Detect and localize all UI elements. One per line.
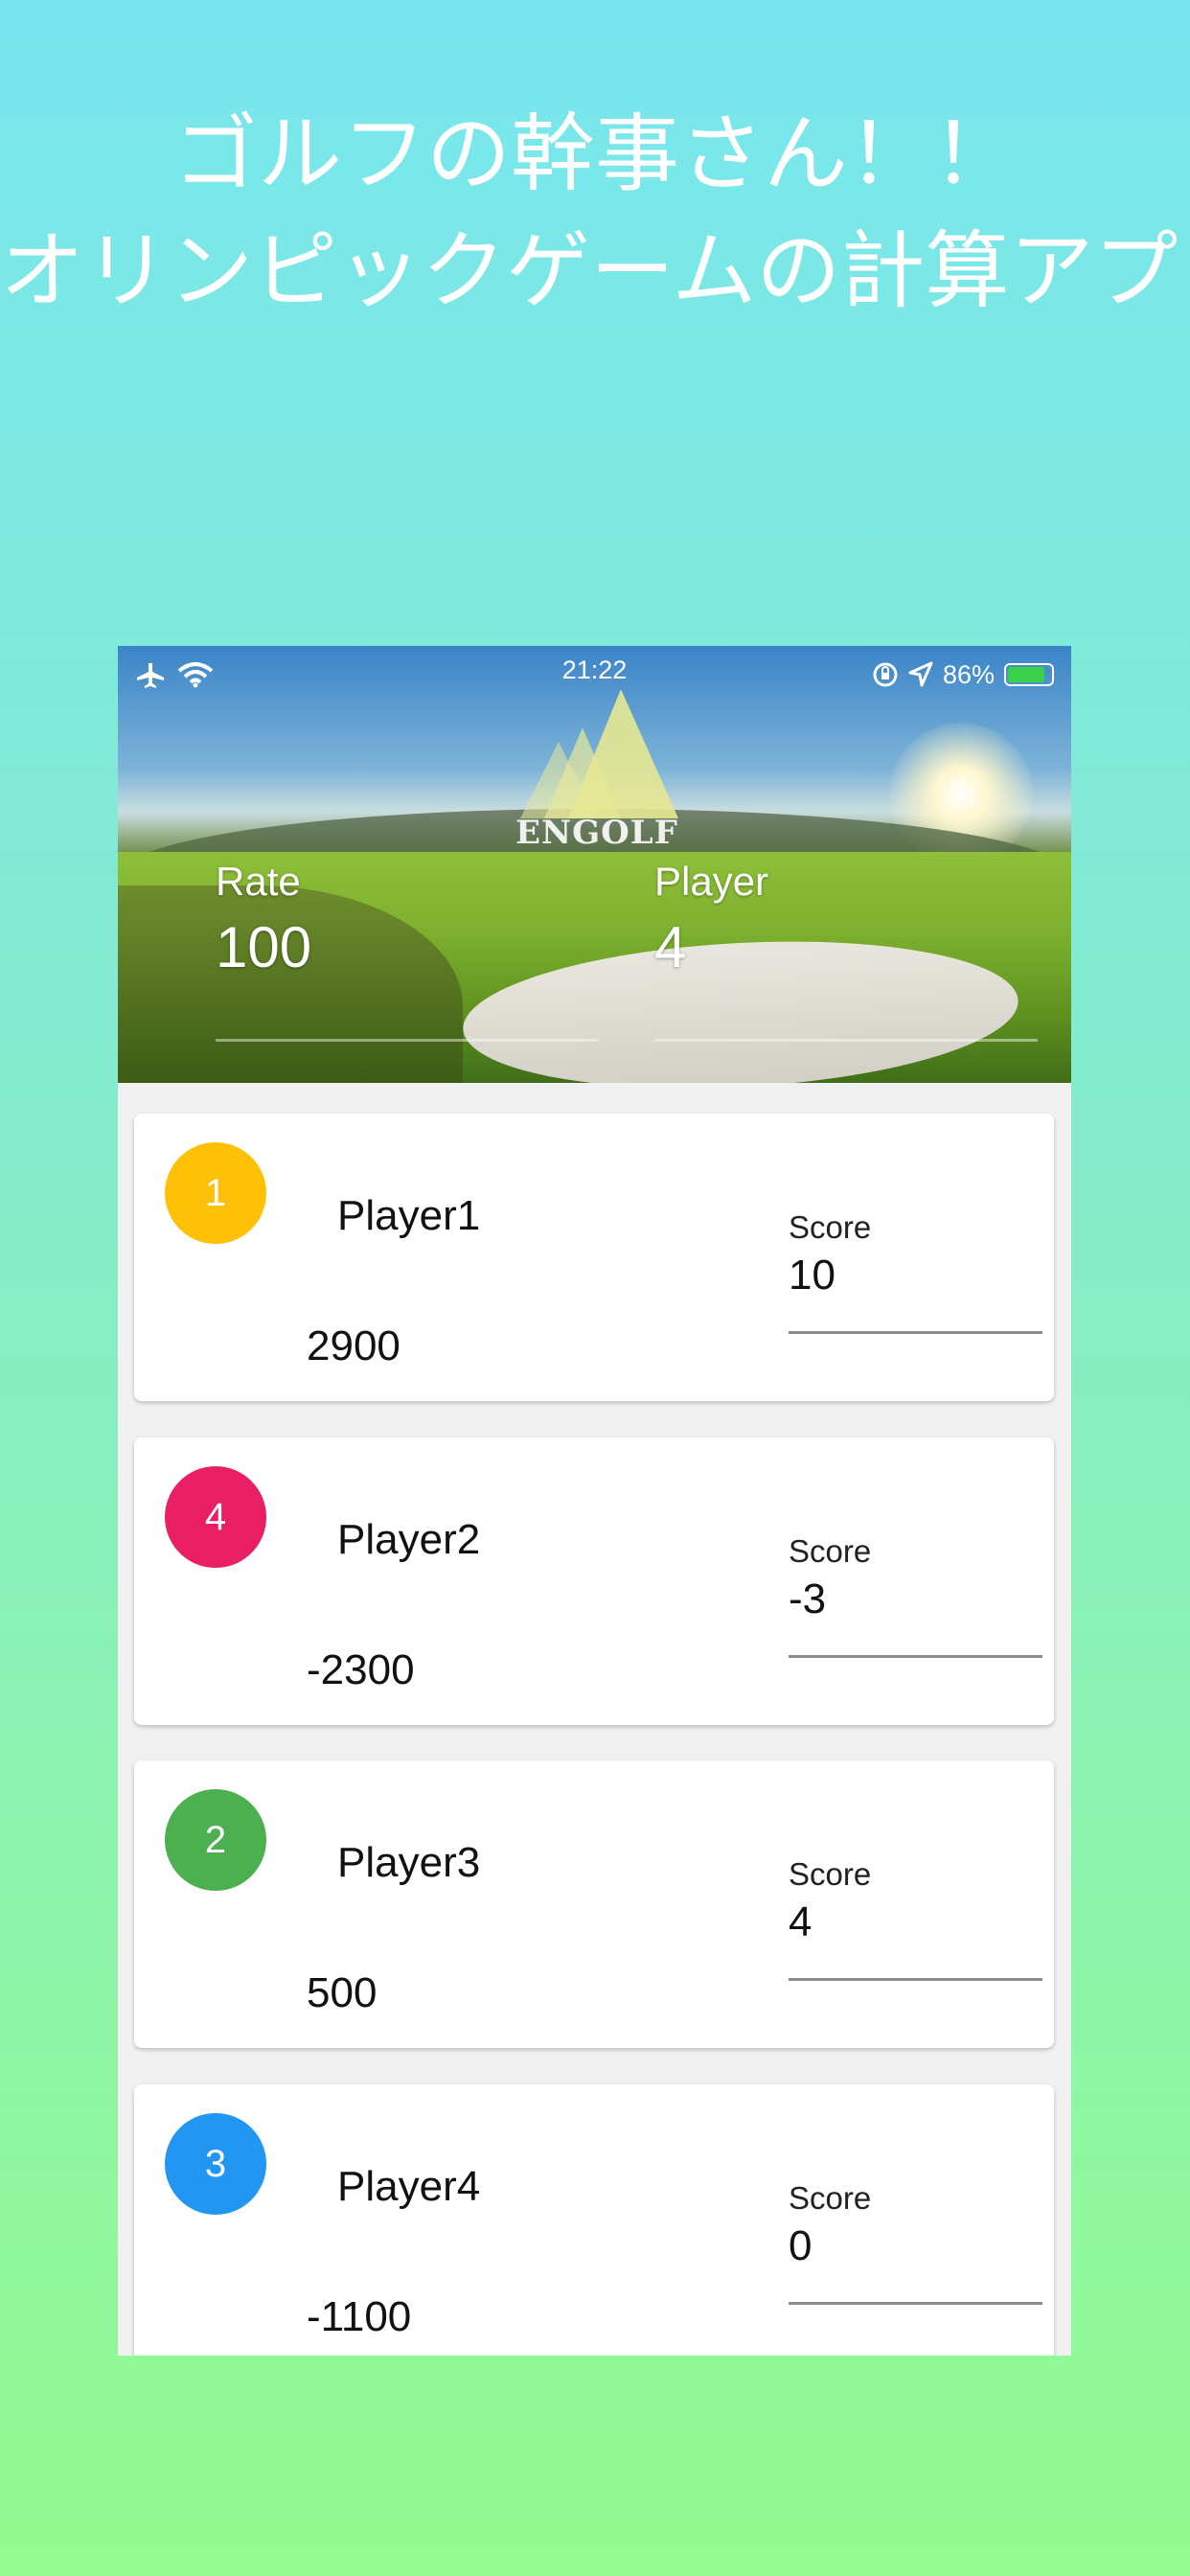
rate-underline bbox=[216, 1039, 599, 1042]
player-amount: -2300 bbox=[307, 1646, 415, 1693]
battery-level-fill bbox=[1008, 667, 1044, 682]
battery-percent: 86% bbox=[942, 659, 995, 689]
score-input[interactable]: Score 4 bbox=[789, 1856, 1042, 1990]
score-underline bbox=[789, 1331, 1042, 1334]
player-count-label: Player bbox=[654, 859, 769, 904]
player-amount: 500 bbox=[307, 1969, 378, 2016]
player-card: 1 Player1 2900 Score 10 bbox=[134, 1114, 1054, 1401]
score-input[interactable]: Score 10 bbox=[789, 1209, 1042, 1344]
score-input[interactable]: Score 0 bbox=[789, 2180, 1042, 2314]
player-card: 2 Player3 500 Score 4 bbox=[134, 1760, 1054, 2048]
score-value[interactable]: 0 bbox=[789, 2222, 812, 2270]
logo-text: ENGOLF bbox=[515, 814, 678, 852]
battery-charging-icon bbox=[1004, 663, 1054, 686]
score-value[interactable]: 4 bbox=[789, 1898, 812, 1946]
player-count-underline bbox=[654, 1039, 1038, 1042]
score-label: Score bbox=[789, 1856, 872, 1892]
player-card: 3 Player4 -1100 Score 0 bbox=[134, 2084, 1054, 2356]
rank-badge: 3 bbox=[165, 2113, 266, 2215]
player-name: Player3 bbox=[337, 1839, 481, 1886]
player-amount: 2900 bbox=[307, 1322, 400, 1369]
engolf-logo-icon bbox=[520, 689, 678, 818]
rank-badge: 4 bbox=[165, 1466, 266, 1568]
rank-badge: 1 bbox=[165, 1142, 266, 1244]
score-underline bbox=[789, 1978, 1042, 1981]
score-label: Score bbox=[789, 1209, 872, 1245]
rate-value[interactable]: 100 bbox=[216, 914, 311, 980]
score-value[interactable]: -3 bbox=[789, 1576, 826, 1623]
player-name: Player2 bbox=[337, 1516, 481, 1563]
player-count-value[interactable]: 4 bbox=[654, 914, 686, 980]
player-amount: -1100 bbox=[307, 2293, 412, 2340]
promo-headline-line2: オリンピックゲームの計算アプリ bbox=[0, 221, 1190, 320]
orientation-lock-icon bbox=[873, 662, 898, 687]
rate-label: Rate bbox=[216, 859, 301, 904]
player-name: Player1 bbox=[337, 1192, 481, 1239]
rank-badge: 2 bbox=[165, 1789, 266, 1891]
status-bar-right: 86% bbox=[872, 656, 1054, 694]
score-value[interactable]: 10 bbox=[789, 1252, 835, 1300]
score-input[interactable]: Score -3 bbox=[789, 1533, 1042, 1668]
score-label: Score bbox=[789, 2180, 872, 2216]
player-card: 4 Player2 -2300 Score -3 bbox=[134, 1438, 1054, 1725]
player-name: Player4 bbox=[337, 2163, 481, 2210]
score-label: Score bbox=[789, 1533, 872, 1569]
promo-headline-line1: ゴルフの幹事さん！！ bbox=[172, 104, 1017, 203]
app-screen: ENGOLF 21:22 86% Rate 100 Player 4 1 Pla… bbox=[118, 646, 1071, 2356]
header-banner: ENGOLF 21:22 86% Rate 100 Player 4 bbox=[118, 646, 1071, 1083]
score-underline bbox=[789, 1655, 1042, 1658]
score-underline bbox=[789, 2302, 1042, 2305]
location-icon bbox=[908, 661, 933, 687]
